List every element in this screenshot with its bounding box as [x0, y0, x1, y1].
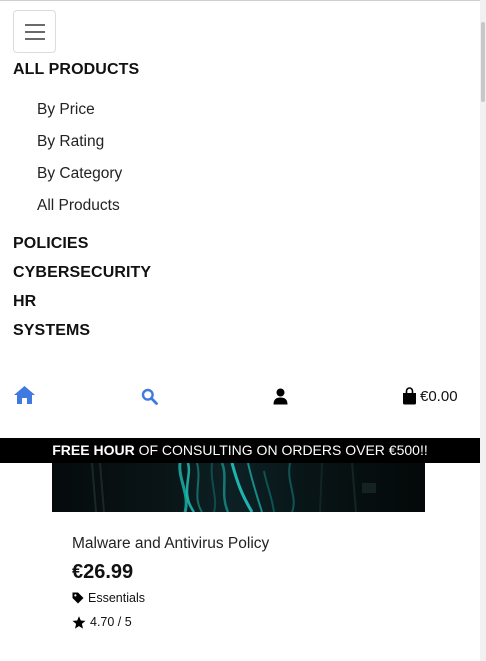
nav-item-by-rating[interactable]: By Rating [37, 133, 104, 151]
nav-item-by-price[interactable]: By Price [37, 101, 95, 119]
nav-all-products-heading[interactable]: ALL PRODUCTS [13, 61, 139, 79]
user-icon[interactable] [273, 388, 288, 405]
nav-item-all-products[interactable]: All Products [37, 197, 120, 215]
search-icon[interactable] [141, 388, 158, 405]
nav-cybersecurity[interactable]: CYBERSECURITY [13, 264, 151, 282]
tag-icon [72, 592, 84, 604]
scrollbar-thumb[interactable] [481, 22, 485, 102]
nav-systems[interactable]: SYSTEMS [13, 322, 90, 340]
hamburger-icon [25, 24, 45, 26]
nav-hr[interactable]: HR [13, 293, 36, 311]
product-category[interactable]: Essentials [72, 591, 145, 605]
home-icon[interactable] [13, 385, 36, 405]
menu-toggle-button[interactable] [13, 10, 56, 53]
product-price: €26.99 [72, 561, 134, 583]
shopping-bag-icon [403, 387, 416, 405]
product-category-label: Essentials [88, 591, 145, 605]
nav-policies[interactable]: POLICIES [13, 235, 88, 253]
product-image[interactable] [52, 463, 425, 512]
product-name[interactable]: Malware and Antivirus Policy [72, 535, 269, 553]
star-icon [72, 615, 86, 629]
promo-banner-bold: FREE HOUR [52, 442, 135, 458]
promo-banner: FREE HOUR OF CONSULTING ON ORDERS OVER €… [0, 438, 480, 463]
hamburger-icon-bar [25, 31, 45, 33]
scrollbar[interactable] [480, 0, 486, 661]
product-rating-value: 4.70 / 5 [90, 615, 132, 629]
product-rating: 4.70 / 5 [72, 615, 132, 629]
nav-item-by-category[interactable]: By Category [37, 165, 122, 183]
cart-total: €0.00 [420, 387, 458, 405]
cart-button[interactable]: €0.00 [402, 386, 458, 406]
promo-banner-text: OF CONSULTING ON ORDERS OVER €500!! [134, 442, 428, 458]
top-border [0, 0, 486, 1]
product-image-art [91, 463, 376, 512]
hamburger-icon-bar [25, 38, 45, 40]
